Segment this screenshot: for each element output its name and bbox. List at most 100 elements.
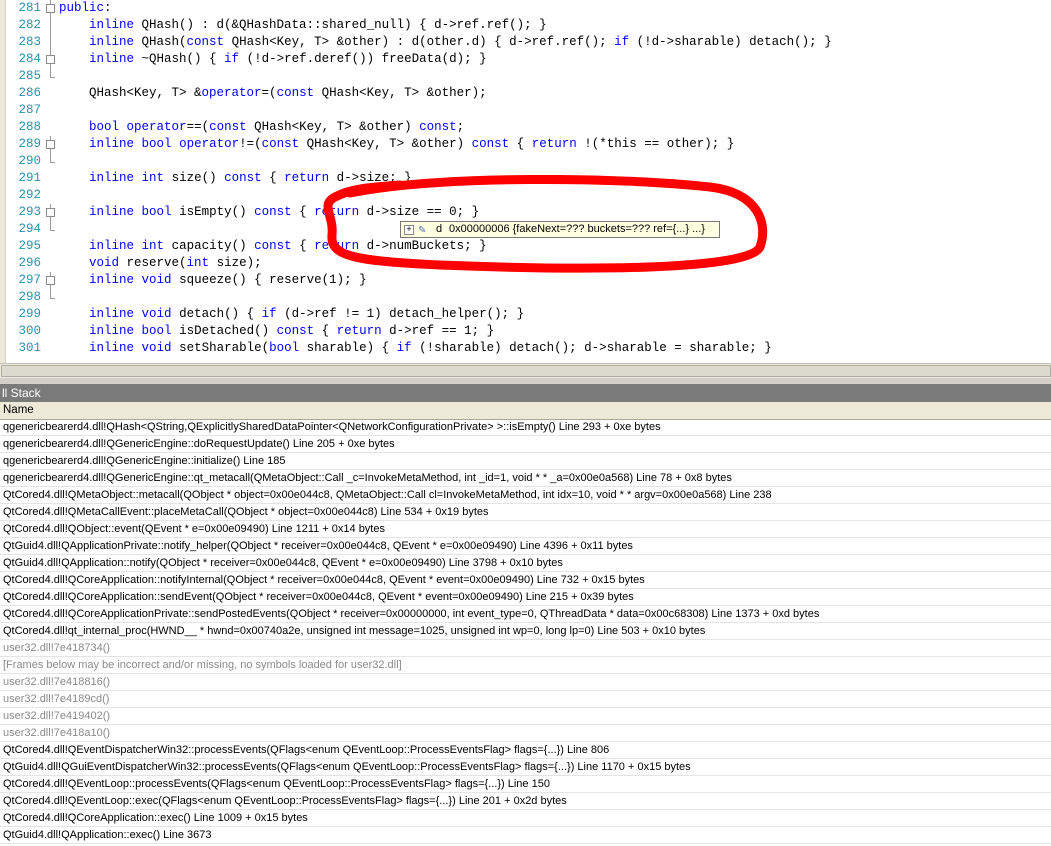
code-line[interactable]: 287 [0, 102, 1051, 119]
code-editor[interactable]: 281 public: 282 inline QHash() : d(&QHashD… [0, 0, 1051, 363]
call-stack-frame[interactable]: qgenericbearerd4.dll!QHash<QString,QExpl… [0, 419, 1051, 436]
call-stack-frame[interactable]: QtGuid4.dll!QApplication::exec() Line 36… [0, 827, 1051, 844]
expand-plus-icon[interactable]: + [404, 225, 414, 235]
call-stack-column-header[interactable]: Name [0, 402, 1051, 420]
editor-horizontal-scrollbar[interactable] [0, 363, 1051, 378]
code-line[interactable]: 290 [0, 153, 1051, 170]
call-stack-frame[interactable]: QtGuid4.dll!QApplication::notify(QObject… [0, 555, 1051, 572]
fold-toggle-icon[interactable] [46, 204, 56, 221]
line-number: 282 [18, 18, 41, 32]
call-stack-frame[interactable]: QtCored4.dll!QEventLoop::exec(QFlags<enu… [0, 793, 1051, 810]
fold-guide [46, 255, 56, 272]
call-stack-frame[interactable]: user32.dll!7e418a10() [0, 725, 1051, 742]
call-stack-frame[interactable]: qgenericbearerd4.dll!QGenericEngine::qt_… [0, 470, 1051, 487]
code-line[interactable]: 296 void reserve(int size); [0, 255, 1051, 272]
line-number: 289 [18, 137, 41, 151]
code-line[interactable]: 283 inline QHash(const QHash<Key, T> &ot… [0, 34, 1051, 51]
code-text: inline ~QHash() { if (!d->ref.deref()) f… [89, 52, 487, 66]
frame-text: user32.dll!7e418734() [3, 642, 111, 654]
code-text: inline QHash(const QHash<Key, T> &other)… [89, 35, 832, 49]
call-stack-frame[interactable]: QtCored4.dll!QCoreApplication::notifyInt… [0, 572, 1051, 589]
code-line[interactable]: 292 [0, 187, 1051, 204]
data-tip-value: 0x00000006 {fakeNext=??? buckets=??? ref… [449, 223, 705, 235]
call-stack-frame[interactable]: qgenericbearerd4.dll!QGenericEngine::ini… [0, 453, 1051, 470]
fold-toggle-icon[interactable] [46, 272, 56, 289]
code-line[interactable]: 293 inline bool isEmpty() const { return… [0, 204, 1051, 221]
line-number: 281 [18, 1, 41, 15]
code-line[interactable]: 295 inline int capacity() const { return… [0, 238, 1051, 255]
frame-text: user32.dll!7e419402() [3, 710, 111, 722]
call-stack-frame[interactable]: QtCored4.dll!qt_internal_proc(HWND__ * h… [0, 623, 1051, 640]
frame-text: QtCored4.dll!qt_internal_proc(HWND__ * h… [3, 625, 706, 637]
call-stack-frame[interactable]: [Frames below may be incorrect and/or mi… [0, 657, 1051, 674]
call-stack-frame[interactable]: user32.dll!7e418734() [0, 640, 1051, 657]
call-stack-title-bar[interactable]: ll Stack [0, 384, 1051, 402]
fold-guide [46, 306, 56, 323]
call-stack-frame[interactable]: QtCored4.dll!QEventDispatcherWin32::proc… [0, 742, 1051, 759]
code-text: inline QHash() : d(&QHashData::shared_nu… [89, 18, 547, 32]
frame-text: QtCored4.dll!QCoreApplication::notifyInt… [3, 574, 645, 586]
data-tip-variable-name: d [436, 223, 443, 235]
frame-text: user32.dll!7e418816() [3, 676, 111, 688]
fold-guide [46, 17, 56, 34]
frame-text: QtCored4.dll!QMetaCallEvent::placeMetaCa… [3, 506, 489, 518]
code-line[interactable]: 300 inline bool isDetached() const { ret… [0, 323, 1051, 340]
fold-guide [46, 187, 56, 204]
frame-text: QtCored4.dll!QObject::event(QEvent * e=0… [3, 523, 385, 535]
line-number: 286 [18, 86, 41, 100]
line-number: 292 [18, 188, 41, 202]
call-stack-frame[interactable]: QtCored4.dll!QObject::event(QEvent * e=0… [0, 521, 1051, 538]
line-number: 294 [18, 222, 41, 236]
code-line[interactable]: 282 inline QHash() : d(&QHashData::share… [0, 17, 1051, 34]
column-header-name: Name [3, 404, 34, 416]
call-stack-frame[interactable]: user32.dll!7e4189cd() [0, 691, 1051, 708]
code-line[interactable]: 291 inline int size() const { return d->… [0, 170, 1051, 187]
code-text: void reserve(int size); [89, 256, 262, 270]
code-line[interactable]: 284 inline ~QHash() { if (!d->ref.deref(… [0, 51, 1051, 68]
call-stack-frame[interactable]: QtGuid4.dll!QGuiEventDispatcherWin32::pr… [0, 759, 1051, 776]
line-number: 301 [18, 341, 41, 355]
line-number: 298 [18, 290, 41, 304]
code-line[interactable]: 298 [0, 289, 1051, 306]
pin-icon[interactable]: ✎ [418, 223, 426, 238]
fold-toggle-icon[interactable] [46, 51, 56, 68]
data-tip[interactable]: + ✎ d 0x00000006 {fakeNext=??? buckets=?… [400, 221, 720, 238]
code-text: inline bool operator!=(const QHash<Key, … [89, 137, 735, 151]
frame-text: QtCored4.dll!QCoreApplication::exec() Li… [3, 812, 308, 824]
frame-text: QtGuid4.dll!QApplication::notify(QObject… [3, 557, 563, 569]
call-stack-frame[interactable]: QtCored4.dll!QMetaObject::metacall(QObje… [0, 487, 1051, 504]
frame-text: QtCored4.dll!QEventLoop::processEvents(Q… [3, 778, 550, 790]
code-line[interactable]: 289 inline bool operator!=(const QHash<K… [0, 136, 1051, 153]
call-stack-frame[interactable]: QtCored4.dll!QCoreApplication::exec() Li… [0, 810, 1051, 827]
scrollbar-thumb[interactable] [1, 365, 1051, 377]
call-stack-frame[interactable]: QtCored4.dll!QCoreApplicationPrivate::se… [0, 606, 1051, 623]
frame-text: QtCored4.dll!QEventLoop::exec(QFlags<enu… [3, 795, 567, 807]
call-stack-frame[interactable]: QtCored4.dll!QMetaCallEvent::placeMetaCa… [0, 504, 1051, 521]
call-stack-frame[interactable]: user32.dll!7e418816() [0, 674, 1051, 691]
code-line[interactable]: 299 inline void detach() { if (d->ref !=… [0, 306, 1051, 323]
line-number: 299 [18, 307, 41, 321]
fold-guide [46, 68, 56, 85]
code-line[interactable]: 297 inline void squeeze() { reserve(1); … [0, 272, 1051, 289]
line-number: 300 [18, 324, 41, 338]
frame-text: QtCored4.dll!QEventDispatcherWin32::proc… [3, 744, 610, 756]
code-text: inline int size() const { return d->size… [89, 171, 412, 185]
call-stack-frame[interactable]: QtCored4.dll!QCoreApplication::sendEvent… [0, 589, 1051, 606]
fold-toggle-icon[interactable] [46, 0, 56, 17]
code-line[interactable]: 301 inline void setSharable(bool sharabl… [0, 340, 1051, 357]
call-stack-title: ll Stack [2, 386, 41, 400]
fold-guide [46, 340, 56, 357]
code-line[interactable]: 285 [0, 68, 1051, 85]
code-line[interactable]: 286 QHash<Key, T> &operator=(const QHash… [0, 85, 1051, 102]
call-stack-frame[interactable]: QtCored4.dll!QEventLoop::processEvents(Q… [0, 776, 1051, 793]
fold-guide [46, 34, 56, 51]
code-line[interactable]: 281 public: [0, 0, 1051, 17]
call-stack-frame[interactable]: user32.dll!7e419402() [0, 708, 1051, 725]
call-stack-frame[interactable]: qgenericbearerd4.dll!QGenericEngine::doR… [0, 436, 1051, 453]
line-number: 293 [18, 205, 41, 219]
frame-text: user32.dll!7e418a10() [3, 727, 111, 739]
code-text: inline bool isEmpty() const { return d->… [89, 205, 480, 219]
code-line[interactable]: 288 bool operator==(const QHash<Key, T> … [0, 119, 1051, 136]
fold-toggle-icon[interactable] [46, 136, 56, 153]
call-stack-frame[interactable]: QtGuid4.dll!QApplicationPrivate::notify_… [0, 538, 1051, 555]
